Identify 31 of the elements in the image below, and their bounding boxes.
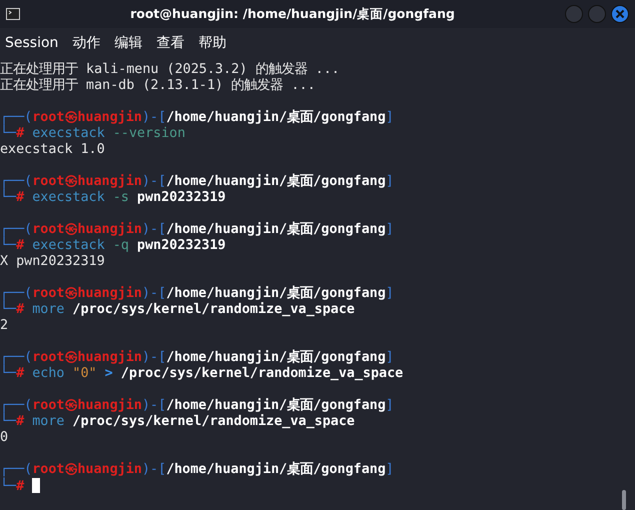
command-line: └─# execstack -q pwn20232319 (0, 238, 227, 254)
prompt-line: ┌──(root㉿huangjin)-[/home/huangjin/桌面/gongfang] (0, 222, 395, 237)
output-line: X pwn20232319 (0, 254, 106, 270)
menu-item[interactable]: 动作 (72, 34, 100, 52)
menu-item[interactable]: 帮助 (198, 34, 226, 52)
close-icon (615, 9, 625, 19)
command-line: └─# execstack -s pwn20232319 (0, 190, 227, 206)
text-cursor (32, 478, 40, 493)
menu-item[interactable]: Session (5, 35, 58, 51)
close-button[interactable] (611, 5, 629, 23)
menu-item[interactable]: 编辑 (114, 34, 142, 52)
prompt-line: ┌──(root㉿huangjin)-[/home/huangjin/桌面/gongfang] (0, 110, 395, 125)
prompt-line: ┌──(root㉿huangjin)-[/home/huangjin/桌面/gongfang] (0, 174, 395, 189)
terminal-icon (6, 8, 20, 20)
command-line: └─# execstack --version (0, 126, 186, 142)
prompt-line: ┌──(root㉿huangjin)-[/home/huangjin/桌面/gongfang] (0, 462, 395, 477)
prompt-line: ┌──(root㉿huangjin)-[/home/huangjin/桌面/gongfang] (0, 350, 395, 365)
output-line: 正在处理用于 kali-menu (2025.3.2) 的触发器 ... (0, 62, 341, 78)
menu-item[interactable]: 查看 (156, 34, 184, 52)
scrollbar-thumb[interactable] (622, 490, 626, 510)
command-line: └─# more /proc/sys/kernel/randomize_va_space (0, 414, 356, 430)
command-line: └─# more /proc/sys/kernel/randomize_va_space (0, 302, 356, 318)
output-line: 2 (0, 318, 10, 334)
window-title: root@huangjin: /home/huangjin/桌面/gongfang (129, 6, 456, 22)
command-line: └─# echo "0" > /proc/sys/kernel/randomize_va_space (0, 366, 404, 382)
output-line: execstack 1.0 (0, 142, 106, 158)
prompt-line: ┌──(root㉿huangjin)-[/home/huangjin/桌面/gongfang] (0, 398, 395, 413)
output-line: 正在处理用于 man-db (2.13.1-1) 的触发器 ... (0, 78, 316, 94)
prompt-symbol: └─# (0, 479, 24, 494)
prompt-line: ┌──(root㉿huangjin)-[/home/huangjin/桌面/gongfang] (0, 286, 395, 301)
output-line: 0 (0, 430, 10, 446)
